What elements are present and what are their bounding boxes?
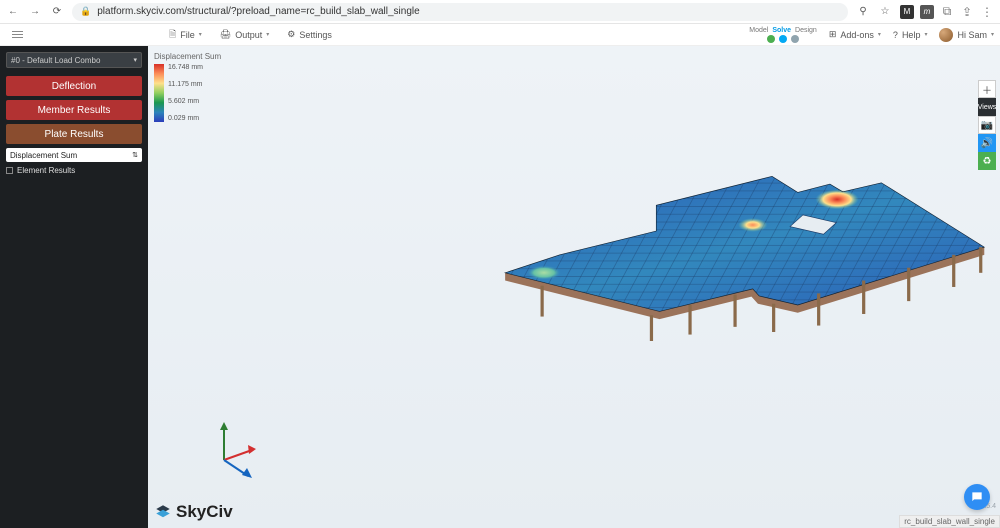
chevron-up-down-icon: ⇅ (132, 151, 138, 159)
deflection-button[interactable]: Deflection (6, 76, 142, 96)
addons-menu[interactable]: ⊞ Add-ons ▾ (829, 29, 881, 40)
skyciv-logo: SkyCiv (154, 502, 233, 522)
legend-tick: 16.748 mm (168, 64, 203, 71)
member-results-button[interactable]: Member Results (6, 100, 142, 120)
plate-results-button[interactable]: Plate Results (6, 124, 142, 144)
browser-chrome: ← → ⟳ 🔒 platform.skyciv.com/structural/?… (0, 0, 1000, 24)
legend-tick: 5.602 mm (168, 98, 203, 105)
element-results-checkbox[interactable]: Element Results (6, 166, 142, 175)
addons-label: Add-ons (840, 30, 874, 40)
settings-menu[interactable]: ⚙ Settings (287, 27, 332, 43)
extension-icon[interactable]: M (900, 5, 914, 19)
output-icon: 🖨 (220, 29, 231, 40)
extension-icon[interactable]: m (920, 5, 934, 19)
file-menu[interactable]: 🗎 File ▾ (169, 27, 202, 43)
overflow-menu-icon[interactable]: ⋮ (980, 5, 994, 19)
element-results-label: Element Results (17, 166, 75, 175)
url-text: platform.skyciv.com/structural/?preload_… (97, 6, 419, 17)
user-label: Hi Sam (957, 30, 987, 40)
slab-render (366, 144, 1000, 458)
color-legend: Displacement Sum 16.748 mm 11.175 mm 5.6… (154, 52, 221, 122)
chevron-down-icon: ▾ (878, 31, 881, 38)
legend-tick: 11.175 mm (168, 81, 203, 88)
logo-text: SkyCiv (176, 502, 233, 522)
legend-colorbar (154, 64, 164, 122)
load-combo-value: #0 - Default Load Combo (11, 56, 100, 65)
logo-icon (154, 503, 172, 521)
mode-model: Model (749, 27, 768, 34)
file-tag: rc_build_slab_wall_single (899, 515, 1000, 528)
extension-icon[interactable]: ⇪ (960, 5, 974, 19)
file-icon: 🗎 (169, 27, 176, 43)
extension-icon[interactable]: ⧉ (940, 5, 954, 19)
display-type-value: Displacement Sum (10, 151, 77, 160)
axis-triad (204, 420, 264, 480)
slab-contour (366, 144, 1000, 350)
settings-label: Settings (299, 30, 332, 40)
mode-dot (779, 35, 787, 43)
help-menu[interactable]: ? Help ▾ (893, 30, 928, 40)
extensions: M m ⧉ ⇪ ⋮ (900, 5, 994, 19)
mode-dot (767, 35, 775, 43)
gear-icon: ⚙ (287, 29, 295, 40)
legend-title: Displacement Sum (154, 52, 221, 61)
mode-solve: Solve (772, 27, 791, 34)
addons-icon: ⊞ (829, 29, 837, 40)
screenshot-button[interactable]: 📷 (978, 116, 996, 134)
url-bar[interactable]: 🔒 platform.skyciv.com/structural/?preloa… (72, 3, 848, 21)
avatar (939, 28, 953, 42)
lock-icon: 🔒 (80, 6, 91, 17)
output-menu[interactable]: 🖨 Output ▾ (220, 27, 269, 43)
3d-viewport[interactable]: Displacement Sum 16.748 mm 11.175 mm 5.6… (148, 46, 1000, 528)
back-button[interactable]: ← (6, 6, 20, 17)
chat-button[interactable] (964, 484, 990, 510)
search-icon[interactable]: ⚲ (856, 6, 870, 17)
help-label: Help (902, 30, 921, 40)
user-menu[interactable]: Hi Sam ▾ (939, 28, 994, 42)
chevron-down-icon: ▾ (199, 31, 202, 38)
reload-button[interactable]: ⟳ (50, 6, 64, 17)
zoom-extents-button[interactable]: ＋ (978, 80, 996, 98)
output-label: Output (235, 30, 262, 40)
views-button[interactable]: Views (978, 98, 996, 116)
mode-dot (791, 35, 799, 43)
bookmark-star-icon[interactable]: ☆ (878, 6, 892, 17)
forward-button[interactable]: → (28, 6, 42, 17)
app-toolbar: 🗎 File ▾ 🖨 Output ▾ ⚙ Settings Model Sol… (0, 24, 1000, 46)
mode-design: Design (795, 27, 817, 34)
help-icon: ? (893, 30, 898, 40)
checkbox-icon (6, 167, 13, 174)
hamburger-icon[interactable] (12, 29, 23, 40)
legend-tick: 0.029 mm (168, 115, 203, 122)
results-sidebar: #0 - Default Load Combo ▾ Deflection Mem… (0, 46, 148, 528)
chat-icon (970, 490, 984, 504)
chevron-down-icon: ▾ (924, 31, 927, 38)
chevron-down-icon: ▾ (133, 56, 137, 64)
file-label: File (180, 30, 195, 40)
chevron-down-icon: ▾ (266, 31, 269, 38)
display-type-select[interactable]: Displacement Sum ⇅ (6, 148, 142, 162)
load-combo-select[interactable]: #0 - Default Load Combo ▾ (6, 52, 142, 68)
chevron-down-icon: ▾ (991, 31, 994, 38)
mode-switch[interactable]: Model Solve Design (749, 27, 817, 43)
